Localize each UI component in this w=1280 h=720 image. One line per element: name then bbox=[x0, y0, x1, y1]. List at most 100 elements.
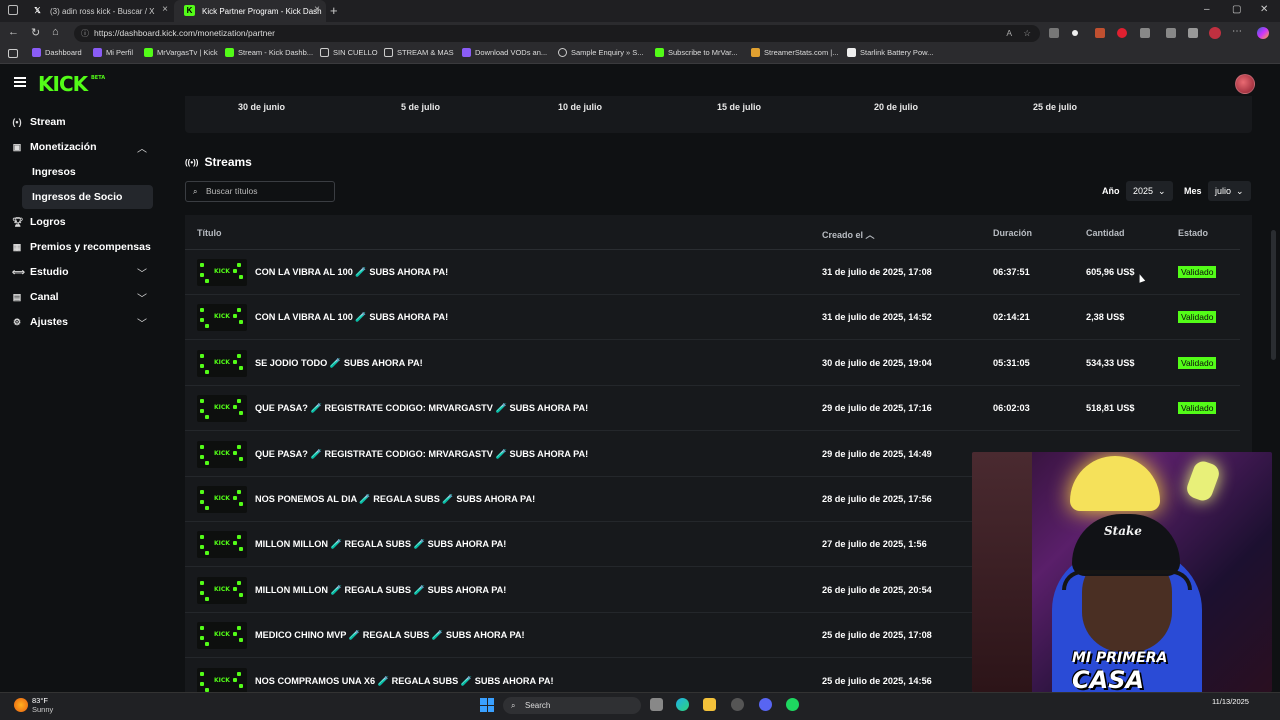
table-row[interactable]: KICK SE JODIO TODO 🧪 SUBS AHORA PA! 30 de … bbox=[185, 341, 1240, 386]
minimize-icon[interactable]: – bbox=[1204, 4, 1210, 15]
bookmark-item[interactable]: Download VODs an... bbox=[462, 48, 547, 57]
back-icon[interactable]: ← bbox=[8, 26, 19, 38]
home-icon[interactable]: ⌂ bbox=[52, 26, 59, 38]
stream-thumbnail[interactable]: KICK bbox=[197, 304, 247, 332]
bookmark-item[interactable]: Sample Enquiry » S... bbox=[558, 48, 644, 57]
broadcast-icon: (•) bbox=[12, 117, 22, 127]
column-header-duration[interactable]: Duración bbox=[993, 228, 1032, 238]
discord-icon[interactable] bbox=[759, 698, 772, 711]
bookmark-item[interactable]: MrVargasTv | Kick bbox=[144, 48, 218, 57]
column-header-amount[interactable]: Cantidad bbox=[1086, 228, 1125, 238]
bookmark-item[interactable]: Starlink Battery Pow... bbox=[847, 48, 933, 57]
copilot-icon[interactable] bbox=[1257, 27, 1269, 39]
table-row[interactable]: KICK CON LA VIBRA AL 100 🧪 SUBS AHORA PA!… bbox=[185, 295, 1240, 341]
stream-thumbnail[interactable]: KICK bbox=[197, 395, 247, 423]
bookmark-item[interactable]: StreamerStats.com |... bbox=[751, 48, 838, 57]
weather-icon[interactable] bbox=[14, 698, 28, 712]
column-header-created[interactable]: Creado el ︿ bbox=[822, 228, 875, 241]
stream-title: NOS COMPRAMOS UNA X6 🧪 REGALA SUBS 🧪 SUB… bbox=[255, 675, 554, 686]
start-icon[interactable] bbox=[480, 698, 494, 712]
sidebar-item-ajustes[interactable]: ⚙ Ajustes bbox=[12, 316, 68, 328]
menu-icon[interactable] bbox=[14, 77, 26, 87]
clock[interactable]: 11/13/2025 bbox=[1212, 697, 1249, 706]
bookmark-item[interactable]: Mi Perfil bbox=[93, 48, 133, 57]
reload-icon[interactable]: ↻ bbox=[31, 26, 40, 39]
sidebar-item-logros[interactable]: 🏆︎ Logros bbox=[12, 216, 66, 228]
app-icon[interactable] bbox=[731, 698, 744, 711]
maximize-icon[interactable]: ▢ bbox=[1232, 4, 1241, 15]
tab-x[interactable]: 𝕏 (3) adin ross kick - Buscar / X × bbox=[22, 0, 174, 22]
stream-created: 25 de julio de 2025, 17:08 bbox=[822, 630, 932, 641]
sidebar-item-monetizacion[interactable]: ▣ Monetización bbox=[12, 141, 97, 153]
broadcast-icon: ((•)) bbox=[185, 157, 199, 167]
extension-icon[interactable] bbox=[1049, 28, 1059, 38]
split-screen-icon[interactable] bbox=[1166, 28, 1176, 38]
edge-icon[interactable] bbox=[676, 698, 689, 711]
gear-icon: ⚙ bbox=[12, 316, 22, 327]
extension-icon[interactable] bbox=[1095, 28, 1105, 38]
spotify-icon[interactable] bbox=[786, 698, 799, 711]
scrollbar[interactable] bbox=[1271, 230, 1276, 360]
status-badge: Validado bbox=[1178, 266, 1217, 278]
sidebar-item-ingresos[interactable]: Ingresos bbox=[32, 166, 76, 178]
sidebar-item-premios[interactable]: ▦ Premios y recompensas bbox=[12, 241, 151, 253]
chevron-down-icon[interactable]: ﹀ bbox=[137, 315, 147, 330]
chevron-down-icon[interactable]: ﹀ bbox=[137, 265, 147, 280]
stream-thumbnail[interactable]: KICK bbox=[197, 486, 247, 513]
sidebar-item-canal[interactable]: ▤ Canal bbox=[12, 291, 59, 303]
tab-actions-icon[interactable] bbox=[8, 5, 18, 15]
column-header-title[interactable]: Título bbox=[197, 228, 222, 238]
stream-thumbnail[interactable]: KICK bbox=[197, 622, 247, 650]
stream-thumbnail[interactable]: KICK bbox=[197, 531, 247, 559]
site-info-icon[interactable]: ⓘ bbox=[81, 25, 89, 42]
favorite-star-icon[interactable]: ☆ bbox=[1023, 25, 1031, 42]
stream-title: QUE PASA? 🧪 REGISTRATE CODIGO: MRVARGAST… bbox=[255, 448, 589, 459]
profile-icon[interactable] bbox=[1209, 27, 1221, 39]
new-tab-icon[interactable]: + bbox=[330, 3, 338, 18]
file-explorer-icon[interactable] bbox=[703, 698, 716, 711]
read-aloud-icon[interactable]: A bbox=[1006, 25, 1012, 42]
bookmark-item[interactable]: Stream - Kick Dashb... bbox=[225, 48, 313, 57]
window-close-icon[interactable]: ✕ bbox=[1260, 4, 1268, 15]
table-row[interactable]: KICK QUE PASA? 🧪 REGISTRATE CODIGO: MRVAR… bbox=[185, 386, 1240, 432]
bookmark-item[interactable]: Dashboard bbox=[32, 48, 82, 57]
search-input[interactable]: ⌕ Buscar títulos bbox=[185, 181, 335, 202]
stream-thumbnail[interactable]: KICK bbox=[197, 576, 247, 604]
url-field[interactable]: ⓘ https://dashboard.kick.com/monetizatio… bbox=[74, 25, 1040, 42]
stream-duration: 06:37:51 bbox=[993, 267, 1030, 277]
sidebar-item-ingresos-de-socio[interactable]: Ingresos de Socio bbox=[22, 185, 153, 209]
task-view-icon[interactable] bbox=[650, 698, 663, 711]
x-axis-tick: 15 de julio bbox=[717, 102, 762, 112]
favorites-icon[interactable] bbox=[1188, 28, 1198, 38]
bookmark-item[interactable]: SIN CUELLO bbox=[320, 48, 378, 57]
close-icon[interactable]: × bbox=[314, 4, 320, 15]
more-menu-icon[interactable]: ⋯ bbox=[1232, 26, 1242, 37]
chevron-up-icon[interactable]: ︿ bbox=[137, 140, 147, 155]
kick-icon bbox=[225, 48, 234, 57]
extension-icon[interactable] bbox=[1140, 28, 1150, 38]
bookmark-item[interactable]: STREAM & MAS bbox=[384, 48, 454, 57]
month-select[interactable]: julio ⌄ bbox=[1208, 181, 1251, 201]
sort-asc-icon: ︿ bbox=[865, 230, 875, 240]
kick-logo[interactable]: KICK BETA bbox=[38, 72, 105, 96]
column-header-status[interactable]: Estado bbox=[1178, 228, 1208, 238]
stream-thumbnail[interactable]: KICK bbox=[197, 440, 247, 468]
stream-thumbnail[interactable]: KICK bbox=[197, 349, 247, 377]
sidebar-item-stream[interactable]: (•) Stream bbox=[12, 116, 65, 128]
stream-thumbnail[interactable]: KICK bbox=[197, 259, 247, 286]
extension-icon[interactable] bbox=[1072, 30, 1078, 36]
weather-widget[interactable]: 83°F Sunny bbox=[32, 696, 53, 714]
chevron-down-icon[interactable]: ﹀ bbox=[137, 290, 147, 305]
taskbar-search[interactable]: ⌕ Search bbox=[503, 697, 641, 714]
tab-kick[interactable]: K Kick Partner Program - Kick Dash × bbox=[174, 0, 326, 22]
bookmarks-icon[interactable] bbox=[8, 49, 18, 58]
beta-badge: BETA bbox=[91, 75, 106, 81]
year-select[interactable]: 2025 ⌄ bbox=[1126, 181, 1173, 201]
table-row[interactable]: KICK CON LA VIBRA AL 100 🧪 SUBS AHORA PA!… bbox=[185, 250, 1240, 295]
sidebar-item-estudio[interactable]: ⟺ Estudio bbox=[12, 266, 69, 278]
avatar[interactable] bbox=[1235, 74, 1255, 94]
bookmark-item[interactable]: Subscribe to MrVar... bbox=[655, 48, 737, 57]
stream-thumbnail[interactable]: KICK bbox=[197, 667, 247, 695]
extension-icon[interactable] bbox=[1117, 28, 1127, 38]
close-icon[interactable]: × bbox=[162, 4, 168, 15]
